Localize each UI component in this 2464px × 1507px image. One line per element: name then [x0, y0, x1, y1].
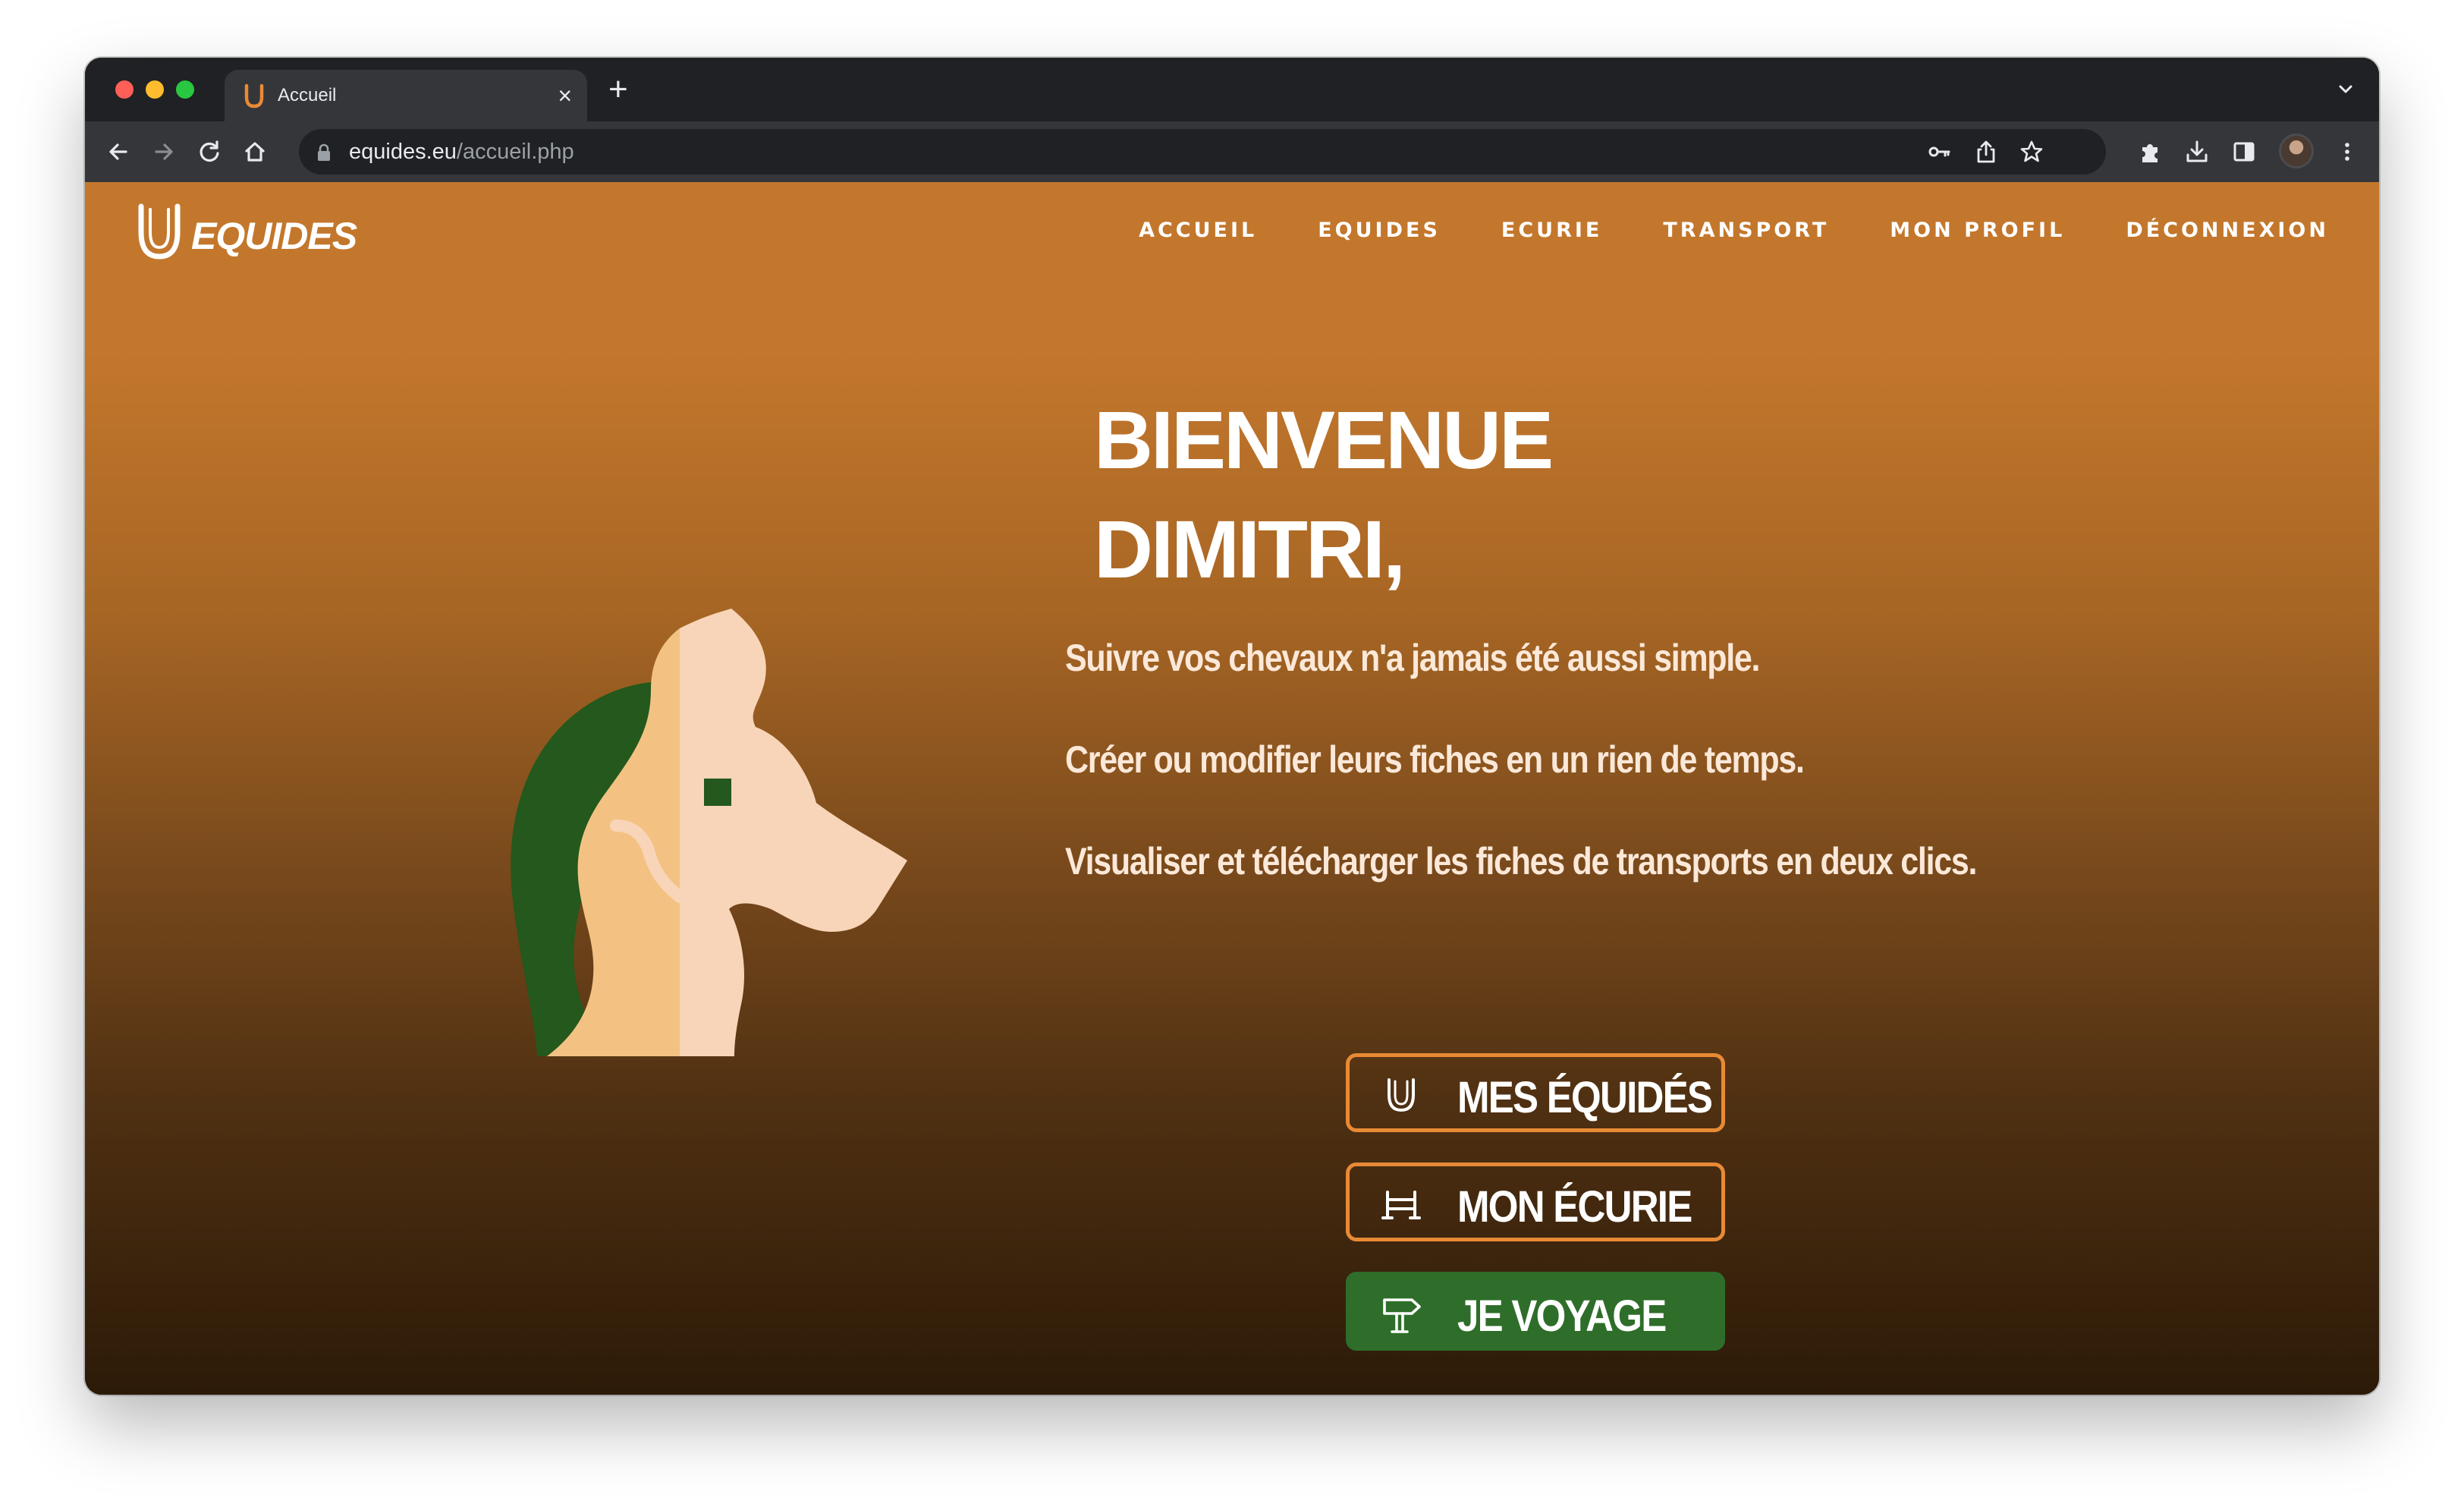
mon-ecurie-button[interactable]: MON ÉCURIE	[1346, 1162, 1725, 1241]
nav-link-deconnexion[interactable]: DÉCONNEXION	[2126, 219, 2329, 242]
address-bar[interactable]: equides.eu/accueil.php	[299, 129, 2106, 175]
download-icon[interactable]	[2183, 138, 2211, 165]
welcome-heading-line2: DIMITRI,	[1094, 503, 1406, 595]
je-voyage-label: JE VOYAGE	[1457, 1291, 1667, 1341]
logo-text: EQUIDES	[191, 215, 357, 257]
minimize-window-button[interactable]	[146, 80, 164, 99]
hero-feature-line: Créer ou modifier leurs fiches en un rie…	[1065, 738, 1805, 781]
side-panel-icon[interactable]	[2230, 138, 2258, 165]
nav-link-ecurie[interactable]: ECURIE	[1501, 219, 1602, 242]
browser-window: Accueil × + equides.eu/accueil.php EQUID…	[85, 58, 2379, 1395]
tab-title: Accueil	[278, 85, 337, 105]
browser-toolbar: equides.eu/accueil.php	[85, 121, 2379, 182]
horseshoe-icon	[1388, 1078, 1415, 1112]
mes-equides-button[interactable]: MES ÉQUIDÉS	[1346, 1053, 1725, 1132]
nav-link-equides[interactable]: EQUIDES	[1318, 219, 1441, 242]
nav-link-mon-profil[interactable]: MON PROFIL	[1890, 219, 2065, 242]
signpost-icon	[1383, 1298, 1421, 1333]
browser-tab-active[interactable]: Accueil ×	[225, 70, 587, 121]
fence-icon	[1381, 1191, 1421, 1219]
nav-link-accueil[interactable]: ACCUEIL	[1139, 219, 1257, 242]
new-tab-button[interactable]: +	[608, 73, 628, 106]
back-arrow-icon[interactable]	[103, 137, 134, 167]
tab-close-icon[interactable]: ×	[558, 80, 572, 111]
url-host: equides.eu	[349, 140, 457, 164]
reload-icon[interactable]	[194, 137, 225, 167]
close-window-button[interactable]	[115, 80, 134, 99]
welcome-heading-line1: BIENVENUE	[1094, 394, 1554, 486]
lock-icon[interactable]	[316, 143, 332, 162]
nav-link-transport[interactable]: TRANSPORT	[1663, 219, 1829, 242]
home-icon[interactable]	[240, 137, 270, 167]
hero-feature-line: Suivre vos chevaux n'a jamais été aussi …	[1065, 637, 1761, 679]
page-content: EQUIDES ACCUEIL EQUIDES ECURIE TRANSPORT…	[85, 182, 2379, 1395]
share-icon[interactable]	[1972, 138, 2000, 165]
tab-strip: Accueil × +	[85, 58, 2379, 121]
main-navigation: ACCUEIL EQUIDES ECURIE TRANSPORT MON PRO…	[1078, 219, 2329, 242]
welcome-heading: BIENVENUE DIMITRI,	[1094, 385, 1554, 604]
horseshoe-favicon-icon	[244, 83, 264, 109]
maximize-window-button[interactable]	[176, 80, 194, 99]
profile-avatar[interactable]	[2279, 134, 2314, 168]
key-icon[interactable]	[1925, 138, 1953, 165]
bookmark-star-icon[interactable]	[2018, 138, 2045, 165]
horse-head-illustration	[511, 609, 907, 1056]
horseshoe-logo-icon	[138, 203, 181, 260]
mes-equides-label: MES ÉQUIDÉS	[1457, 1073, 1713, 1122]
je-voyage-button[interactable]: JE VOYAGE	[1346, 1272, 1725, 1351]
tab-search-chevron-icon[interactable]	[2335, 79, 2356, 100]
forward-arrow-icon[interactable]	[149, 137, 179, 167]
url-text[interactable]: equides.eu/accueil.php	[349, 140, 574, 165]
site-logo[interactable]: EQUIDES	[134, 202, 357, 263]
hero-feature-line: Visualiser et télécharger les fiches de …	[1065, 840, 1977, 882]
kebab-menu-icon[interactable]	[2334, 138, 2361, 165]
url-path: /accueil.php	[456, 140, 574, 164]
extensions-puzzle-icon[interactable]	[2136, 138, 2164, 165]
mon-ecurie-label: MON ÉCURIE	[1457, 1182, 1692, 1232]
